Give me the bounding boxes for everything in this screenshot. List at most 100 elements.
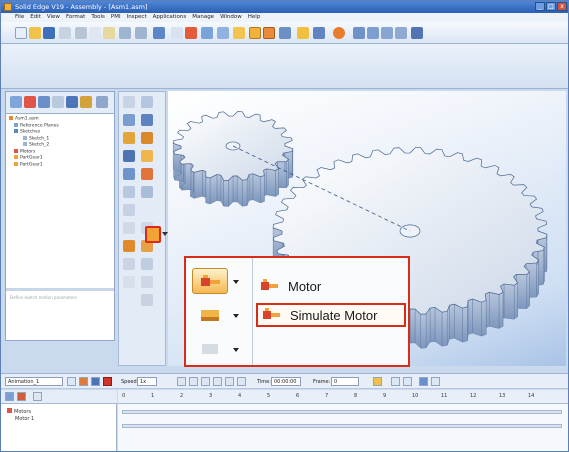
- rewind-icon[interactable]: [177, 377, 186, 386]
- close-timeline-icon[interactable]: [431, 377, 440, 386]
- view2-icon[interactable]: [217, 27, 229, 39]
- step-forward-icon[interactable]: [225, 377, 234, 386]
- minimize-button[interactable]: _: [535, 2, 545, 11]
- menu-tools[interactable]: Tools: [91, 13, 105, 22]
- measure-icon[interactable]: [141, 258, 153, 270]
- arrow-tool-icon[interactable]: [141, 96, 153, 108]
- redo-icon[interactable]: [135, 27, 147, 39]
- tree-tool2-icon[interactable]: [17, 392, 26, 401]
- relationship-icon[interactable]: [141, 114, 153, 126]
- small-gear[interactable]: [172, 111, 294, 207]
- pan-icon[interactable]: [395, 27, 407, 39]
- play-icon[interactable]: [201, 377, 210, 386]
- print-icon[interactable]: [59, 27, 71, 39]
- shade-icon[interactable]: [249, 27, 261, 39]
- fit-icon[interactable]: [381, 27, 393, 39]
- open-icon[interactable]: [29, 27, 41, 39]
- menu-file[interactable]: File: [15, 13, 24, 22]
- menu-applications[interactable]: Applications: [153, 13, 187, 22]
- physical-icon[interactable]: [141, 294, 153, 306]
- play-reverse-icon[interactable]: [189, 377, 198, 386]
- pattern-icon[interactable]: [123, 150, 135, 162]
- motor-command-button[interactable]: [145, 226, 161, 243]
- frame-field[interactable]: 0: [331, 377, 359, 386]
- simulate-motor-menu-item[interactable]: Simulate Motor: [256, 303, 406, 327]
- tree-tool-icon[interactable]: [5, 392, 14, 401]
- flow-icon[interactable]: [185, 27, 197, 39]
- record-icon[interactable]: [373, 377, 382, 386]
- save-icon[interactable]: [43, 27, 55, 39]
- drive-flyout-dropdown-icon[interactable]: [233, 314, 239, 318]
- align-icon[interactable]: [141, 132, 153, 144]
- menu-pmi[interactable]: PMI: [111, 13, 121, 22]
- pathfinder-tab-icon[interactable]: [10, 96, 22, 108]
- sensors-tab-icon[interactable]: [80, 96, 92, 108]
- motor-flyout-button[interactable]: [192, 268, 228, 294]
- explode-icon[interactable]: [141, 150, 153, 162]
- drive-flyout-button[interactable]: [192, 302, 228, 328]
- speed-select[interactable]: 1x: [137, 377, 157, 386]
- delete-animation-icon[interactable]: [103, 377, 112, 386]
- motor-1-track[interactable]: [122, 424, 562, 428]
- fast-forward-icon[interactable]: [237, 377, 246, 386]
- tube-icon[interactable]: [141, 186, 153, 198]
- cam-icon[interactable]: [141, 276, 153, 288]
- part-list-icon[interactable]: [123, 186, 135, 198]
- menu-edit[interactable]: Edit: [30, 13, 41, 22]
- frame-icon[interactable]: [123, 222, 135, 234]
- assemble-icon[interactable]: [153, 27, 165, 39]
- sensor-icon[interactable]: [123, 240, 135, 252]
- insert-part-icon[interactable]: [123, 114, 135, 126]
- animation-name-select[interactable]: Animation_1: [5, 377, 63, 386]
- zoom-area-icon[interactable]: [353, 27, 365, 39]
- paint-icon[interactable]: [297, 27, 309, 39]
- help-icon[interactable]: [411, 27, 423, 39]
- layers-tab-icon[interactable]: [24, 96, 36, 108]
- select-icon[interactable]: [171, 27, 183, 39]
- wire-icon[interactable]: [123, 204, 135, 216]
- maximize-button[interactable]: □: [546, 2, 556, 11]
- motors-track[interactable]: [122, 410, 562, 414]
- mate-icon[interactable]: [123, 132, 135, 144]
- orbit-icon[interactable]: [333, 27, 345, 39]
- timeline-item-motors[interactable]: Motors: [7, 408, 34, 416]
- options-tab-icon[interactable]: [96, 96, 108, 108]
- zoom-in-timeline-icon[interactable]: [391, 377, 400, 386]
- save-animation-icon[interactable]: [91, 377, 100, 386]
- menu-inspect[interactable]: Inspect: [127, 13, 147, 22]
- menu-help[interactable]: Help: [248, 13, 261, 22]
- new-animation-icon[interactable]: [79, 377, 88, 386]
- cut-icon[interactable]: [75, 27, 87, 39]
- pathfinder-divider[interactable]: [6, 288, 114, 291]
- menu-window[interactable]: Window: [220, 13, 242, 22]
- undo-icon[interactable]: [119, 27, 131, 39]
- menu-format[interactable]: Format: [66, 13, 85, 22]
- time-field[interactable]: 00:00:00: [271, 377, 301, 386]
- gear-relation-icon[interactable]: [123, 276, 135, 288]
- view-icon[interactable]: [201, 27, 213, 39]
- menu-view[interactable]: View: [47, 13, 60, 22]
- motor-flyout-dropdown-icon[interactable]: [233, 280, 239, 284]
- highlight-icon[interactable]: [233, 27, 245, 39]
- features-tab-icon[interactable]: [38, 96, 50, 108]
- lighting-icon[interactable]: [279, 27, 291, 39]
- move-part-icon[interactable]: [123, 168, 135, 180]
- close-button[interactable]: x: [557, 2, 567, 11]
- motor-menu-item[interactable]: Motor: [256, 275, 406, 297]
- parts-tab-icon[interactable]: [66, 96, 78, 108]
- timeline-item-motor-1[interactable]: Motor 1: [7, 416, 34, 423]
- animation-dropdown-icon[interactable]: [67, 377, 76, 386]
- stop-icon[interactable]: [213, 377, 222, 386]
- drag-icon[interactable]: [141, 168, 153, 180]
- properties-icon[interactable]: [419, 377, 428, 386]
- new-icon[interactable]: [15, 27, 27, 39]
- zoom-icon[interactable]: [367, 27, 379, 39]
- display-icon[interactable]: [313, 27, 325, 39]
- tree-tool3-icon[interactable]: [33, 392, 42, 401]
- paste-icon[interactable]: [103, 27, 115, 39]
- copy-icon[interactable]: [89, 27, 101, 39]
- shade2-icon[interactable]: [263, 27, 275, 39]
- menu-manage[interactable]: Manage: [192, 13, 214, 22]
- library-tab-icon[interactable]: [52, 96, 64, 108]
- tree-item-partgear-2[interactable]: PartGear1: [9, 161, 59, 169]
